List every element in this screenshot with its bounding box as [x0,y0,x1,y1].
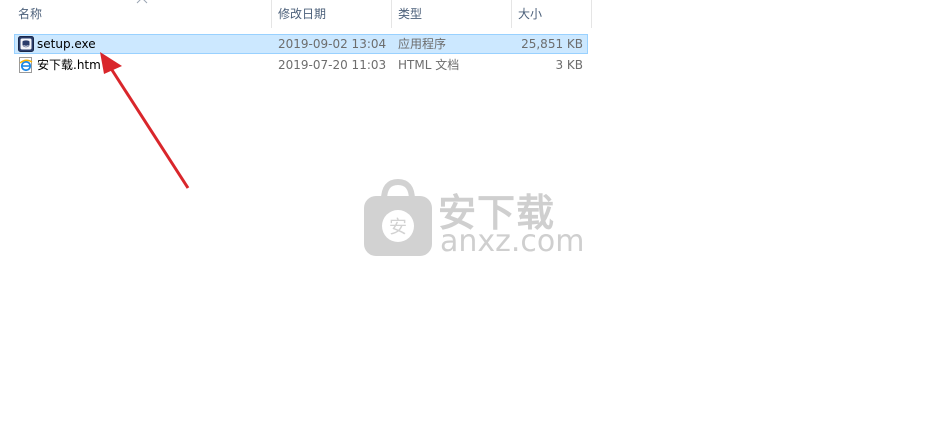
column-header-name[interactable]: 名称 [12,0,272,28]
column-header-date-label: 修改日期 [278,7,327,21]
setup-exe-icon [18,36,34,52]
file-name: 安下载.htm [37,58,101,72]
column-header-type[interactable]: 类型 [392,0,512,28]
column-header-type-label: 类型 [398,7,423,21]
file-row-htm[interactable]: 安下载.htm 2019-07-20 11:03 HTML 文档 3 KB [14,55,588,75]
shopping-bag-icon: 安 [364,178,432,256]
watermark-logo: 安 安下载 anxz.com [362,178,585,262]
file-name: setup.exe [37,37,96,51]
file-date: 2019-09-02 13:04 [278,37,387,51]
file-date: 2019-07-20 11:03 [278,58,387,72]
column-header-bar: 名称 修改日期 类型 大小 [0,0,592,28]
file-size: 25,851 KB [521,37,583,51]
column-header-size-label: 大小 [518,7,543,21]
ie-html-icon [19,57,33,73]
file-type: HTML 文档 [398,58,460,72]
column-header-date[interactable]: 修改日期 [272,0,392,28]
column-header-name-label: 名称 [18,7,43,21]
file-type: 应用程序 [398,37,447,51]
watermark-domain: anxz.com [440,224,585,259]
watermark-badge-text: 安 [389,217,407,238]
file-size: 3 KB [555,58,583,72]
file-explorer: 名称 修改日期 类型 大小 setup.exe 2019-09-02 13:04… [0,0,945,440]
column-header-size[interactable]: 大小 [512,0,592,28]
file-row-setup-exe[interactable]: setup.exe 2019-09-02 13:04 应用程序 25,851 K… [14,34,588,54]
